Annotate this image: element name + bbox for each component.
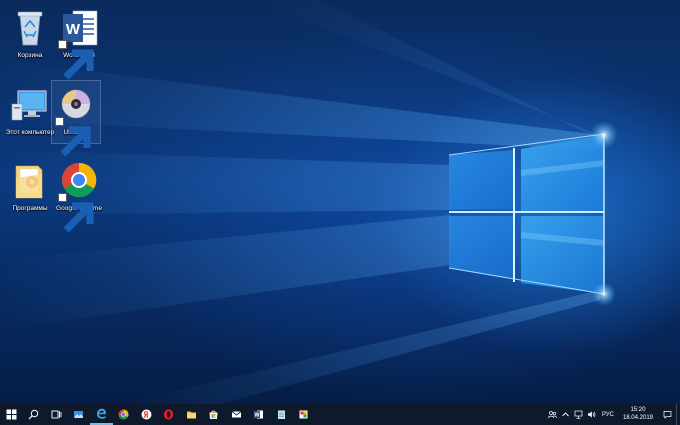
paint-icon	[299, 410, 308, 419]
desktop[interactable]: Корзина W Word 2013 Этот компьютер Ultra…	[0, 0, 680, 404]
file-explorer-icon	[186, 411, 196, 419]
desktop-icon-this-pc[interactable]: Этот компьютер	[0, 81, 60, 143]
edge-icon	[96, 408, 106, 419]
shortcut-arrow-icon	[55, 117, 91, 157]
taskbar-edge[interactable]	[90, 404, 113, 425]
taskbar-notepad[interactable]	[270, 404, 293, 425]
recycle-bin-icon	[8, 7, 52, 49]
network-icon	[574, 410, 583, 419]
chevron-up-icon	[562, 412, 569, 417]
taskbar-word[interactable]: W	[248, 404, 271, 425]
ultraiso-disc-icon	[54, 84, 98, 157]
desktop-icon-label: Корзина	[17, 52, 43, 59]
desktop-icon-google-chrome[interactable]: Google Chrome	[49, 157, 109, 233]
action-center-button[interactable]	[658, 404, 676, 425]
taskbar-opera[interactable]	[158, 404, 181, 425]
word-icon: W	[254, 410, 264, 419]
system-tray: РУС 15:20 18.04.2019	[546, 404, 680, 425]
volume-icon	[587, 411, 596, 418]
desktop-icon-label: Этот компьютер	[5, 129, 55, 136]
chrome-icon	[118, 409, 129, 420]
notification-icon	[663, 411, 671, 419]
desktop-icon-word-2013[interactable]: W Word 2013	[49, 4, 109, 80]
task-view-icon	[51, 410, 62, 419]
start-button[interactable]	[0, 404, 23, 425]
taskbar-store[interactable]	[203, 404, 226, 425]
svg-text:W: W	[66, 21, 81, 38]
tray-network[interactable]	[572, 404, 585, 425]
yandex-browser-icon	[141, 409, 152, 420]
taskbar-yandex-browser[interactable]	[135, 404, 158, 425]
shortcut-arrow-icon	[58, 40, 94, 80]
clock-time: 15:20	[630, 407, 646, 413]
svg-text:W: W	[255, 413, 261, 419]
clock-date: 18.04.2019	[622, 414, 653, 421]
show-desktop-button[interactable]	[676, 404, 680, 425]
shortcut-arrow-icon	[58, 193, 94, 233]
people-icon	[548, 411, 557, 419]
tray-people[interactable]	[546, 404, 559, 425]
photos-icon	[74, 411, 84, 418]
notepad-icon	[277, 410, 285, 419]
tray-show-hidden[interactable]	[559, 404, 572, 425]
folder-icon	[8, 160, 52, 202]
windows-start-icon	[6, 409, 17, 420]
clock[interactable]: 15:20 18.04.2019	[618, 407, 658, 422]
mail-icon	[231, 411, 241, 418]
language-indicator[interactable]: РУС	[598, 412, 618, 418]
taskbar-paint[interactable]	[293, 404, 316, 425]
computer-icon	[8, 84, 52, 126]
chrome-icon	[57, 160, 101, 233]
search-button[interactable]	[23, 404, 46, 425]
opera-icon	[164, 409, 174, 420]
search-icon	[28, 409, 39, 420]
word-icon: W	[57, 7, 101, 80]
desktop-icon-label: Программы	[12, 205, 48, 212]
taskbar-photos[interactable]	[68, 404, 91, 425]
desktop-icon-ultraiso[interactable]: UltraISO	[51, 80, 101, 157]
store-icon	[209, 410, 218, 419]
taskbar: W РУС 15:20 18.04.2019	[0, 404, 680, 425]
taskbar-mail[interactable]	[225, 404, 248, 425]
taskbar-chrome[interactable]	[113, 404, 136, 425]
taskbar-file-explorer[interactable]	[180, 404, 203, 425]
task-view-button[interactable]	[45, 404, 68, 425]
tray-volume[interactable]	[585, 404, 598, 425]
